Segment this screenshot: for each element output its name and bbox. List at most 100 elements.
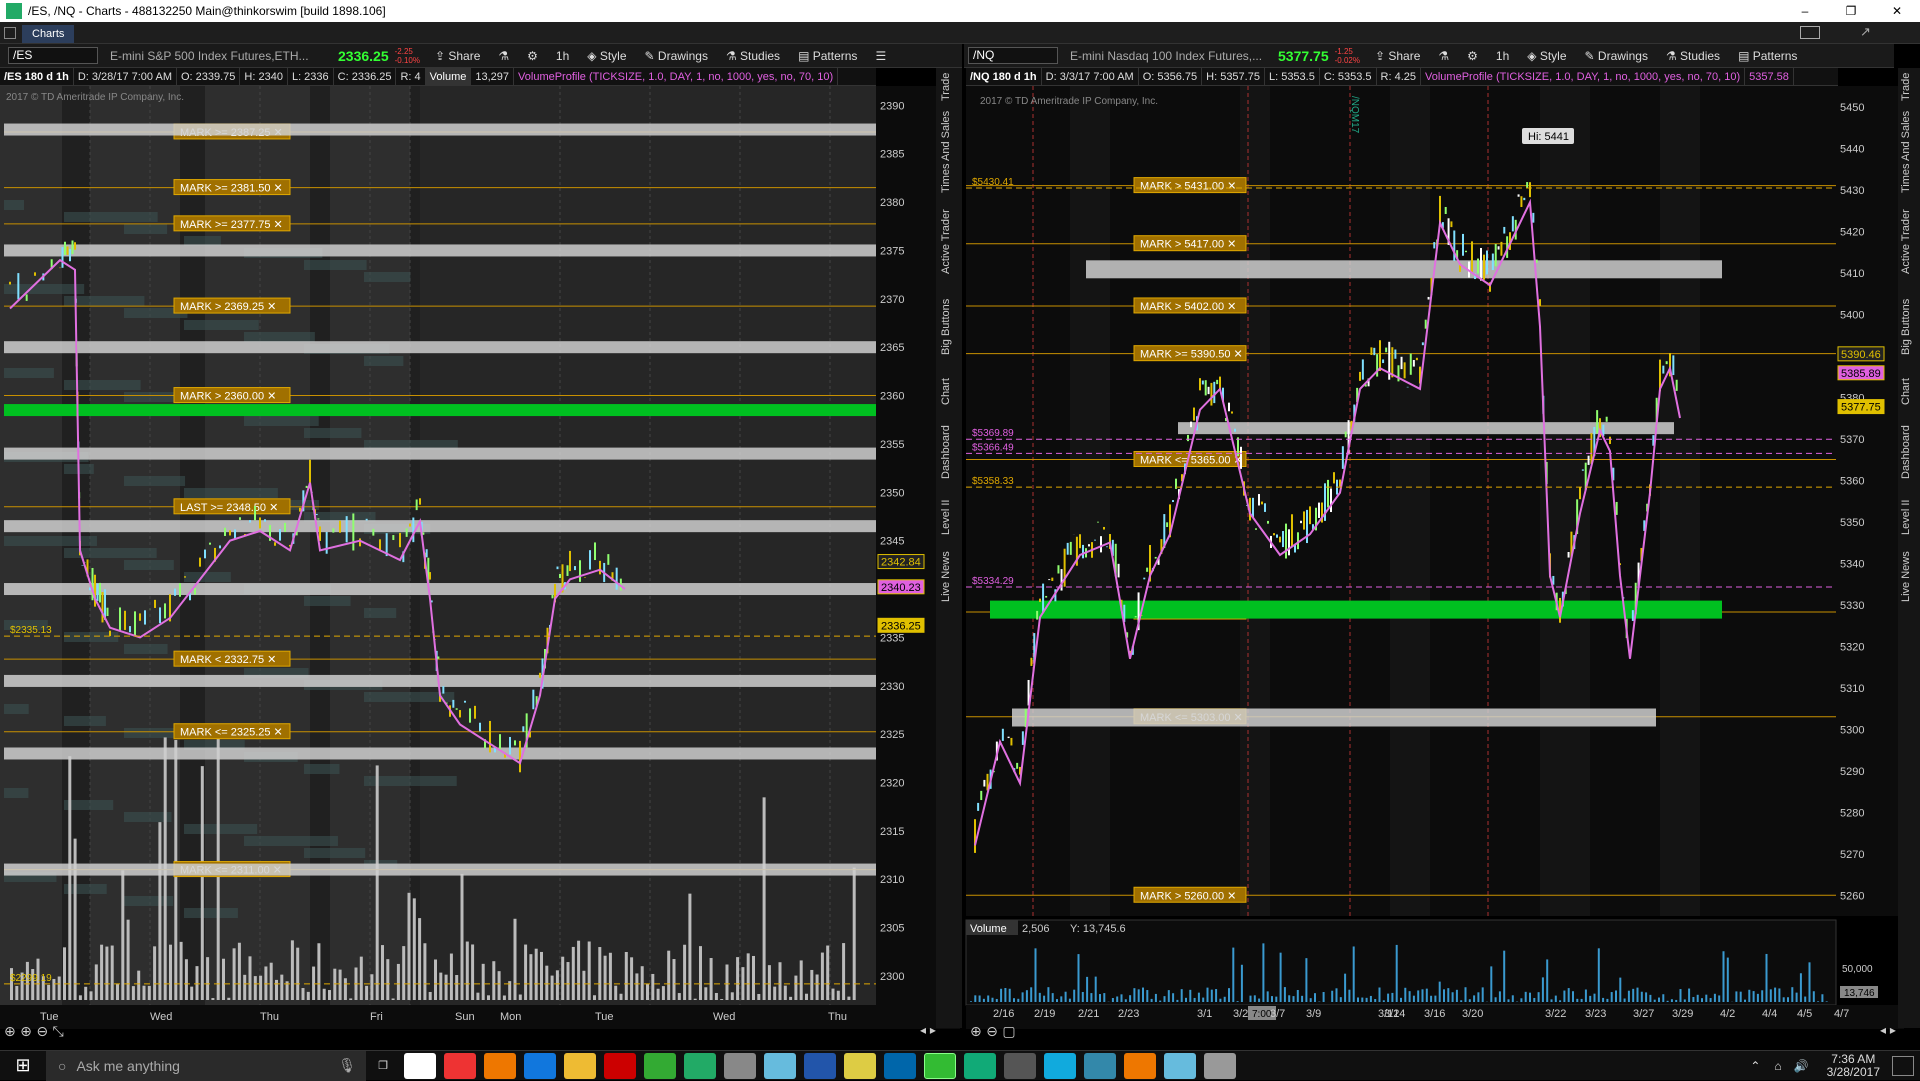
twitter-icon[interactable] <box>1044 1053 1076 1079</box>
globe-icon[interactable] <box>684 1053 716 1079</box>
side-tab-level-ii[interactable]: Level II <box>940 492 958 542</box>
side-tab-trade[interactable]: Trade <box>940 72 958 102</box>
left-gear-icon[interactable]: ⚙ <box>518 44 547 68</box>
task-view-icon[interactable]: ❐ <box>366 1059 400 1072</box>
volume-bar <box>1572 991 1574 1002</box>
side-tab-big-buttons[interactable]: Big Buttons <box>940 287 958 367</box>
volume-bar <box>492 961 495 1000</box>
side-tab-level-ii[interactable]: Level II <box>1900 492 1918 542</box>
side-tab-times-and-sales[interactable]: Times And Sales <box>940 107 958 197</box>
price-tick: 2315 <box>880 826 904 838</box>
volume-bar <box>466 942 469 1000</box>
left-flask-icon[interactable]: ⚗ <box>489 44 518 68</box>
volume-bar <box>1705 995 1707 1002</box>
firefox-icon-2[interactable] <box>1124 1053 1156 1079</box>
left-menu-icon[interactable]: ☰ <box>866 44 895 68</box>
right-symbol-input[interactable]: /NQ <box>968 47 1058 64</box>
taskbar-search[interactable]: ○ Ask me anything 🎙 <box>46 1051 366 1081</box>
left-interval-button[interactable]: 1h <box>547 44 578 68</box>
volume-bar <box>651 974 654 1000</box>
volume-bar <box>1361 998 1363 1002</box>
outlook-icon[interactable] <box>884 1053 916 1079</box>
alert-label-text: MARK > 5417.00 ✕ <box>1140 239 1236 251</box>
detach-icon[interactable]: ↗ <box>1860 24 1871 40</box>
right-flask-icon[interactable]: ⚗ <box>1429 44 1458 68</box>
right-share-button[interactable]: ⇪ Share <box>1366 44 1429 68</box>
app-icon-3[interactable] <box>1084 1053 1116 1079</box>
side-tab-chart[interactable]: Chart <box>1900 372 1918 412</box>
app-icon-2[interactable] <box>1004 1053 1036 1079</box>
volume-bar <box>1718 995 1720 1002</box>
side-tab-dashboard[interactable]: Dashboard <box>1900 417 1918 487</box>
acrobat-icon[interactable] <box>604 1053 636 1079</box>
left-drawings-button[interactable]: ✎ Drawings <box>636 44 717 68</box>
volume-bar <box>1598 948 1600 1002</box>
close-button[interactable]: ✕ <box>1874 4 1920 18</box>
minimize-button[interactable]: – <box>1782 4 1828 18</box>
volume-bar <box>1809 962 1811 1002</box>
maximize-button[interactable]: ❐ <box>1828 4 1874 18</box>
left-patterns-button[interactable]: ▤ Patterns <box>789 44 866 68</box>
price-tag: 2336.25 <box>878 618 924 632</box>
side-tab-trade[interactable]: Trade <box>1900 72 1918 102</box>
volume-icon[interactable]: 🔊 <box>1794 1059 1809 1073</box>
edge-icon[interactable] <box>524 1053 556 1079</box>
network-icon[interactable]: ⌂ <box>1774 1059 1781 1073</box>
plane-icon-2[interactable] <box>1164 1053 1196 1079</box>
excel-icon[interactable] <box>964 1053 996 1079</box>
word-icon[interactable] <box>804 1053 836 1079</box>
side-tab-active-trader[interactable]: Active Trader <box>1900 202 1918 282</box>
left-style-button[interactable]: ◈ Style <box>578 44 635 68</box>
charts-area[interactable]: MARK >= 2387.25 ✕MARK >= 2381.50 ✕MARK >… <box>0 68 1920 1050</box>
thinkorswim-icon[interactable] <box>924 1053 956 1079</box>
taskbar-time: 7:36 AM <box>1831 1053 1875 1066</box>
side-tab-live-news[interactable]: Live News <box>1900 547 1918 607</box>
side-tab-live-news[interactable]: Live News <box>940 547 958 607</box>
right-gear-icon[interactable]: ⚙ <box>1458 44 1487 68</box>
volume-bar <box>551 976 554 1000</box>
side-tab-active-trader[interactable]: Active Trader <box>940 202 958 282</box>
side-tab-dashboard[interactable]: Dashboard <box>940 417 958 487</box>
menu-icon[interactable] <box>4 27 16 39</box>
volume-bar <box>630 957 633 1000</box>
volume-bar <box>1632 989 1634 1002</box>
app-icon-4[interactable] <box>1204 1053 1236 1079</box>
volume-bar <box>190 987 193 1000</box>
volume-bar <box>821 953 824 1000</box>
right-studies-button[interactable]: ⚗ Studies <box>1657 44 1729 68</box>
price-tick: 5300 <box>1840 724 1864 736</box>
folder-icon[interactable] <box>564 1053 596 1079</box>
dashed-level-label: $2335.13 <box>10 625 52 636</box>
volume-bar <box>127 920 130 1000</box>
left-share-button[interactable]: ⇪ Share <box>426 44 489 68</box>
chrome-icon[interactable] <box>644 1053 676 1079</box>
firefox-icon[interactable] <box>484 1053 516 1079</box>
tray-chevron-icon[interactable]: ⌃ <box>1750 1059 1760 1073</box>
right-patterns-button[interactable]: ▤ Patterns <box>1729 44 1806 68</box>
plane-icon[interactable] <box>764 1053 796 1079</box>
time-tick: 2/21 <box>1078 1008 1099 1020</box>
right-interval-button[interactable]: 1h <box>1487 44 1518 68</box>
layout-icon[interactable] <box>1800 26 1820 39</box>
windows-start-icon[interactable]: ⊞ <box>0 1055 46 1076</box>
volume-bar <box>1314 993 1316 1002</box>
app-icon-1[interactable] <box>444 1053 476 1079</box>
volume-bar <box>1744 1000 1746 1002</box>
notifications-icon[interactable] <box>1892 1056 1914 1076</box>
left-symbol-input[interactable]: /ES <box>8 47 98 64</box>
right-style-button[interactable]: ◈ Style <box>1518 44 1575 68</box>
left-studies-button[interactable]: ⚗ Studies <box>717 44 789 68</box>
cube-icon[interactable] <box>724 1053 756 1079</box>
store-icon[interactable] <box>404 1053 436 1079</box>
volume-bar <box>1538 992 1540 1002</box>
volume-bar <box>1473 995 1475 1002</box>
volume-bar <box>1662 994 1664 1002</box>
side-tab-big-buttons[interactable]: Big Buttons <box>1900 287 1918 367</box>
side-tab-times-and-sales[interactable]: Times And Sales <box>1900 107 1918 197</box>
side-tab-chart[interactable]: Chart <box>940 372 958 412</box>
right-drawings-button[interactable]: ✎ Drawings <box>1576 44 1657 68</box>
tab-charts[interactable]: Charts <box>22 25 74 43</box>
microphone-icon[interactable]: 🎙 <box>338 1057 356 1074</box>
sandwich-icon[interactable] <box>844 1053 876 1079</box>
volume-bar <box>1082 992 1084 1002</box>
